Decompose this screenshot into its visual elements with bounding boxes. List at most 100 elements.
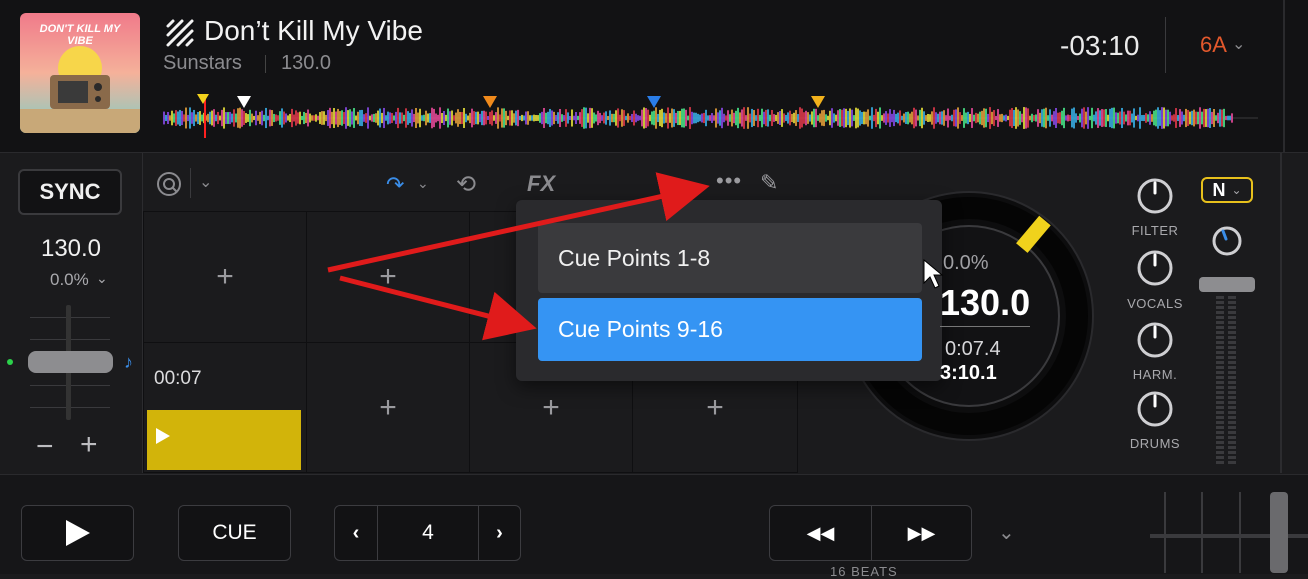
cue-pad-2[interactable]: +: [306, 211, 470, 343]
waveform-bar: [479, 113, 481, 123]
waveform-bar: [1223, 108, 1225, 128]
chevron-down-icon[interactable]: ⌄: [417, 175, 429, 192]
platter-pitch: 0.0%: [943, 252, 989, 274]
beat-jump-forward-button[interactable]: ▶▶: [871, 505, 972, 561]
waveform-bar: [983, 108, 985, 128]
waveform-bar: [1107, 114, 1109, 122]
play-button[interactable]: [21, 505, 134, 561]
waveform-bar: [1077, 115, 1079, 121]
waveform-bar: [659, 109, 661, 127]
waveform-bar: [537, 115, 539, 121]
chevron-down-icon[interactable]: ⌄: [96, 270, 108, 287]
waveform-bar: [373, 113, 375, 123]
waveform-bar: [631, 113, 633, 123]
waveform-overview[interactable]: [163, 92, 1258, 140]
pitch-plus-button[interactable]: +: [80, 428, 98, 462]
stem-mode-label: N: [1212, 179, 1226, 200]
chevron-down-icon[interactable]: ⌄: [199, 172, 212, 192]
vu-segment: [1216, 451, 1224, 454]
cue-pad-1[interactable]: +: [143, 211, 307, 343]
waveform-bar: [671, 108, 673, 128]
waveform-bar: [1043, 108, 1045, 128]
waveform-bar: [579, 112, 581, 124]
waveform-bar: [849, 108, 851, 128]
cue-pad-active[interactable]: [147, 410, 301, 470]
filter-knob[interactable]: [1137, 178, 1173, 214]
waveform-bar: [1079, 113, 1081, 123]
track-key[interactable]: 6A: [1200, 32, 1227, 58]
waveform-bar: [1177, 115, 1179, 121]
gain-knob[interactable]: [1212, 226, 1242, 256]
waveform-bar: [699, 114, 701, 122]
waveform-bar: [279, 111, 281, 125]
vu-segment: [1216, 296, 1224, 299]
time-remaining[interactable]: -03:10: [1060, 30, 1139, 62]
waveform-bar: [1049, 109, 1051, 127]
sync-button[interactable]: SYNC: [18, 169, 122, 215]
vu-segment: [1216, 431, 1224, 434]
loop-size-value[interactable]: 4: [377, 505, 479, 561]
drums-knob[interactable]: [1137, 391, 1173, 427]
waveform-bar: [1067, 114, 1069, 122]
waveform-bar: [931, 111, 933, 125]
waveform-bar: [319, 112, 321, 124]
crossfader-area[interactable]: [1150, 492, 1308, 573]
channel-fader-handle[interactable]: [1199, 277, 1255, 292]
waveform-bar: [1207, 108, 1209, 128]
vu-segment: [1228, 371, 1236, 374]
pitch-percent[interactable]: 0.0%: [50, 270, 89, 290]
pitch-minus-button[interactable]: −: [36, 430, 54, 464]
quantize-icon[interactable]: [155, 170, 183, 198]
waveform-bar: [1095, 111, 1097, 125]
loop-icon[interactable]: ⟲: [456, 170, 476, 199]
track-bpm: 130.0: [281, 52, 332, 74]
waveform-bar: [553, 111, 555, 125]
waveform-bar: [737, 107, 739, 129]
waveform-bar: [201, 114, 203, 122]
tempo-center-indicator: [7, 359, 13, 365]
waveform-bar: [559, 108, 561, 128]
waveform-bar: [987, 113, 989, 123]
menu-item-cue-points-9-16[interactable]: Cue Points 9-16: [538, 298, 922, 361]
pencil-icon[interactable]: ✎: [760, 170, 778, 196]
waveform-bar: [221, 109, 223, 127]
cue-pad-6[interactable]: +: [306, 342, 470, 473]
waveform-bar: [1081, 108, 1083, 128]
hot-cue-mode-icon[interactable]: ↷: [386, 172, 404, 198]
tempo-slider-handle[interactable]: [28, 351, 113, 373]
meta-divider: [265, 55, 266, 73]
chevron-down-icon[interactable]: ⌄: [998, 520, 1015, 545]
waveform-bar: [1127, 110, 1129, 126]
vocals-knob[interactable]: [1137, 250, 1173, 286]
waveform-bar: [241, 109, 243, 127]
harmonics-knob[interactable]: [1137, 322, 1173, 358]
vu-segment: [1216, 321, 1224, 324]
waveform-bar: [947, 108, 949, 128]
vu-segment: [1216, 436, 1224, 439]
stem-mode-button[interactable]: N ⌄: [1201, 177, 1253, 203]
waveform-bar: [563, 115, 565, 121]
waveform-bar: [315, 114, 317, 122]
loop-size-decrease-button[interactable]: ‹: [334, 505, 378, 561]
menu-item-cue-points-1-8[interactable]: Cue Points 1-8: [538, 223, 922, 293]
waveform-bar: [767, 109, 769, 127]
album-art-title: DON'T KILL MY VIBE: [39, 23, 121, 47]
waveform-bar: [763, 111, 765, 125]
track-title: Don’t Kill My Vibe: [204, 15, 423, 46]
beat-jump-back-button[interactable]: ◀◀: [769, 505, 872, 561]
waveform-bar: [979, 111, 981, 125]
waveform-bar: [1115, 112, 1117, 124]
vu-segment: [1228, 441, 1236, 444]
album-art[interactable]: DON'T KILL MY VIBE: [20, 13, 140, 133]
music-note-icon[interactable]: ♪: [124, 352, 133, 373]
fx-icon[interactable]: FX: [527, 171, 555, 197]
cue-button[interactable]: CUE: [178, 505, 291, 561]
header-divider: [1165, 17, 1166, 73]
waveform-bar: [375, 113, 377, 123]
waveform-bar: [1225, 115, 1227, 121]
vu-segment: [1216, 456, 1224, 459]
more-options-icon[interactable]: •••: [716, 168, 742, 194]
chevron-down-icon[interactable]: ⌄: [1232, 34, 1245, 54]
waveform-bar: [1159, 110, 1161, 126]
loop-size-increase-button[interactable]: ›: [478, 505, 521, 561]
